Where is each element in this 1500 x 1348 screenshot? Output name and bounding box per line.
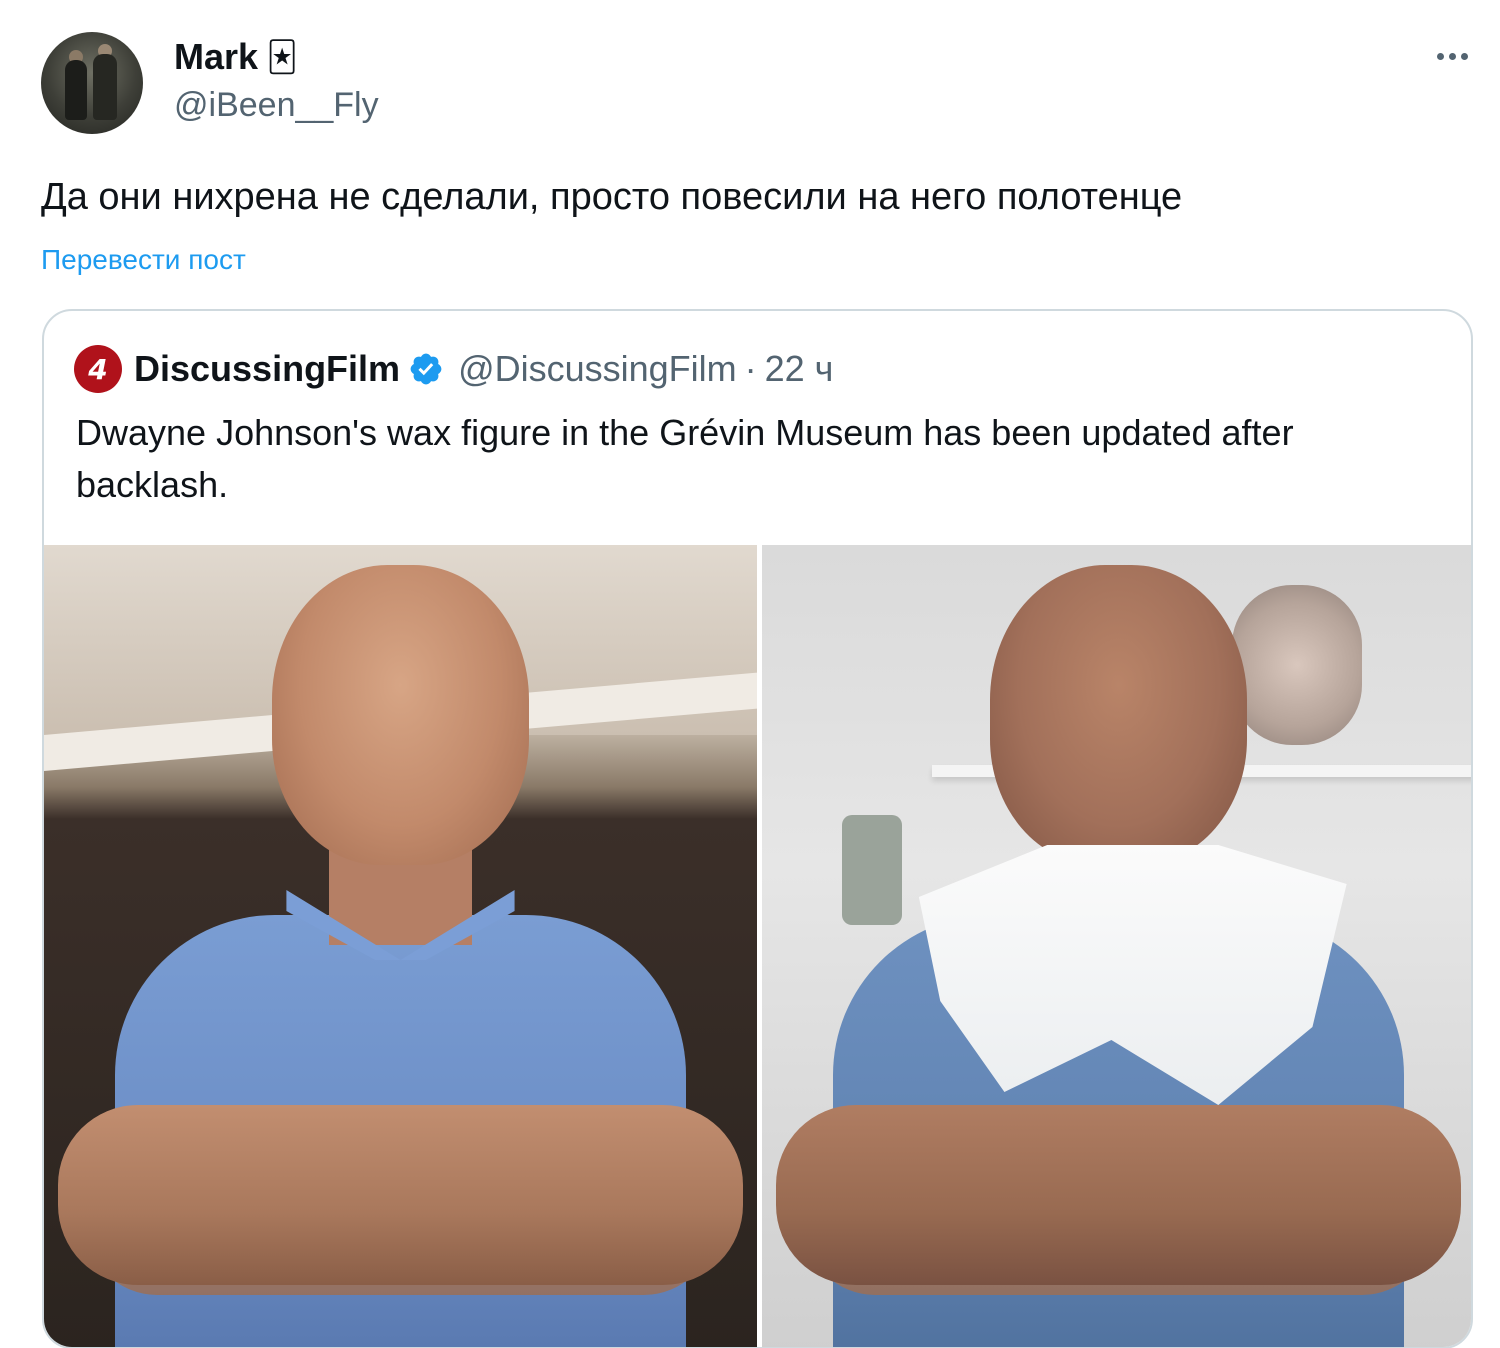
image-background <box>842 815 902 925</box>
separator-dot: · <box>744 348 757 389</box>
figure-head <box>990 565 1247 865</box>
more-horizontal-icon <box>1436 52 1444 60</box>
more-horizontal-icon <box>1448 52 1456 60</box>
quoted-tweet-header: 4 DiscussingFilm @DiscussingFilm · 22 ч <box>74 345 833 393</box>
quoted-tweet-text: Dwayne Johnson's wax figure in the Grévi… <box>76 412 1294 505</box>
more-horizontal-icon <box>1460 52 1468 60</box>
tweet: Mark 🃏 @iBeen__Fly Да они нихрена не сде… <box>0 0 1500 1348</box>
author-handle[interactable]: @iBeen__Fly <box>174 86 379 125</box>
wax-figure-before-image[interactable] <box>44 545 757 1347</box>
logo-letter: 4 <box>88 352 108 386</box>
author-avatar[interactable] <box>41 32 143 134</box>
image-background <box>1232 585 1362 745</box>
quoted-author-handle[interactable]: @DiscussingFilm <box>458 348 737 390</box>
figure-head <box>272 565 529 865</box>
avatar-figure <box>93 54 117 120</box>
wax-figure-after-image[interactable] <box>762 545 1471 1347</box>
author-name-row: Mark 🃏 <box>174 36 300 78</box>
author-display-name[interactable]: Mark <box>174 36 258 78</box>
quoted-tweet[interactable]: 4 DiscussingFilm @DiscussingFilm · 22 ч … <box>42 309 1473 1348</box>
more-options-button[interactable] <box>1430 38 1474 74</box>
quoted-timestamp[interactable]: 22 ч <box>765 348 834 390</box>
joker-emoji-icon: 🃏 <box>266 40 298 74</box>
discussingfilm-logo[interactable]: 4 <box>74 345 122 393</box>
tweet-text: Да они нихрена не сделали, просто повеси… <box>41 176 1183 218</box>
verified-badge-icon <box>410 353 442 385</box>
translate-post-link[interactable]: Перевести пост <box>41 244 246 276</box>
quoted-media <box>44 545 1471 1347</box>
avatar-figure <box>65 60 87 120</box>
figure-arms <box>776 1105 1461 1285</box>
quoted-author-name[interactable]: DiscussingFilm <box>134 348 400 390</box>
figure-arms <box>58 1105 743 1285</box>
